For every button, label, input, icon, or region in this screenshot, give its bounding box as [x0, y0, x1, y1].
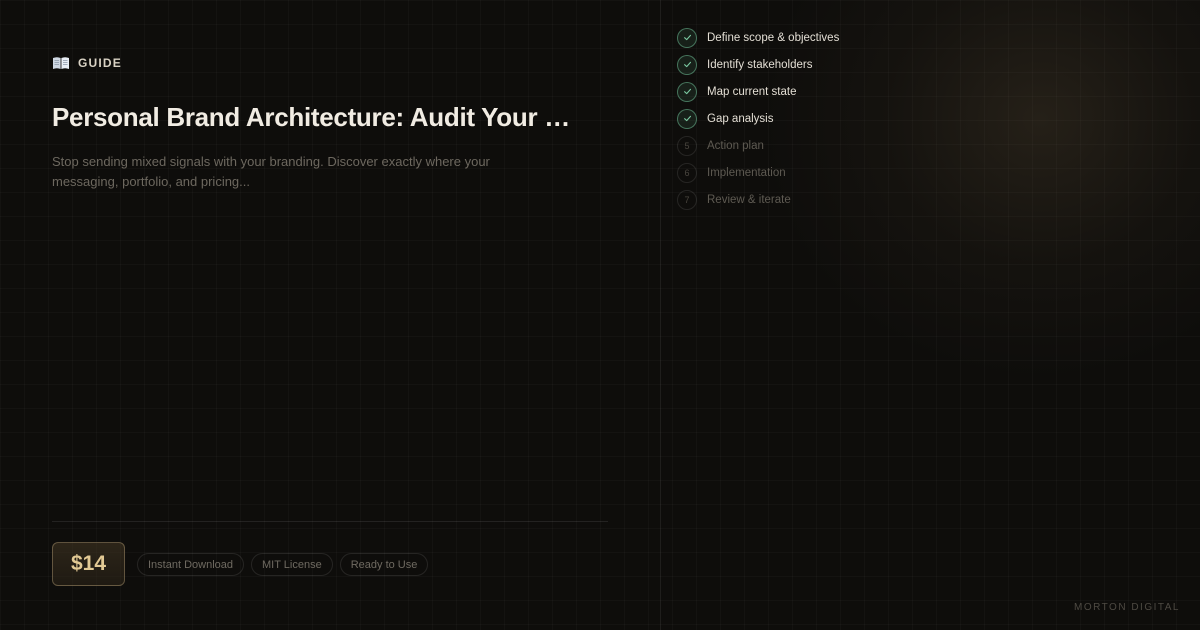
step-item: Map current state	[677, 78, 839, 105]
step-label: Define scope & objectives	[707, 31, 840, 44]
check-icon	[677, 27, 697, 48]
step-number: 5	[677, 135, 697, 156]
step-item: Identify stakeholders	[677, 51, 839, 78]
step-label: Identify stakeholders	[707, 58, 813, 71]
kicker: GUIDE	[52, 56, 122, 70]
step-label: Map current state	[707, 85, 797, 98]
badge-instant-download: Instant Download	[137, 553, 244, 576]
badge-ready-to-use: Ready to Use	[339, 553, 429, 576]
kicker-label: GUIDE	[78, 56, 123, 70]
product-title: Personal Brand Architecture: Audit Your …	[52, 102, 570, 132]
check-icon	[677, 81, 697, 102]
step-item: Define scope & objectives	[677, 24, 839, 51]
step-label: Gap analysis	[707, 112, 774, 125]
og-card: GUIDE Personal Brand Architecture: Audit…	[0, 0, 1200, 630]
check-icon	[677, 54, 697, 75]
step-item: 7 Review & iterate	[677, 186, 839, 213]
product-description: Stop sending mixed signals with your bra…	[52, 154, 490, 189]
check-icon	[677, 108, 697, 129]
step-item: 6 Implementation	[677, 159, 839, 186]
brand-wordmark: MORTON DIGITAL	[1073, 602, 1180, 613]
badge-license: MIT License	[251, 553, 333, 576]
feature-badges: Instant Download MIT License Ready to Us…	[137, 553, 429, 576]
step-item: Gap analysis	[677, 105, 839, 132]
step-number: 7	[677, 189, 697, 210]
step-item: 5 Action plan	[677, 132, 839, 159]
step-number: 6	[677, 162, 697, 183]
book-icon	[52, 56, 70, 70]
footer-divider	[52, 521, 608, 522]
step-label: Action plan	[707, 139, 764, 152]
column-divider	[660, 0, 661, 630]
step-list: Define scope & objectives Identify stake…	[677, 24, 839, 213]
price-tag: $14	[52, 542, 125, 586]
step-label: Implementation	[707, 166, 786, 179]
step-label: Review & iterate	[707, 193, 791, 206]
